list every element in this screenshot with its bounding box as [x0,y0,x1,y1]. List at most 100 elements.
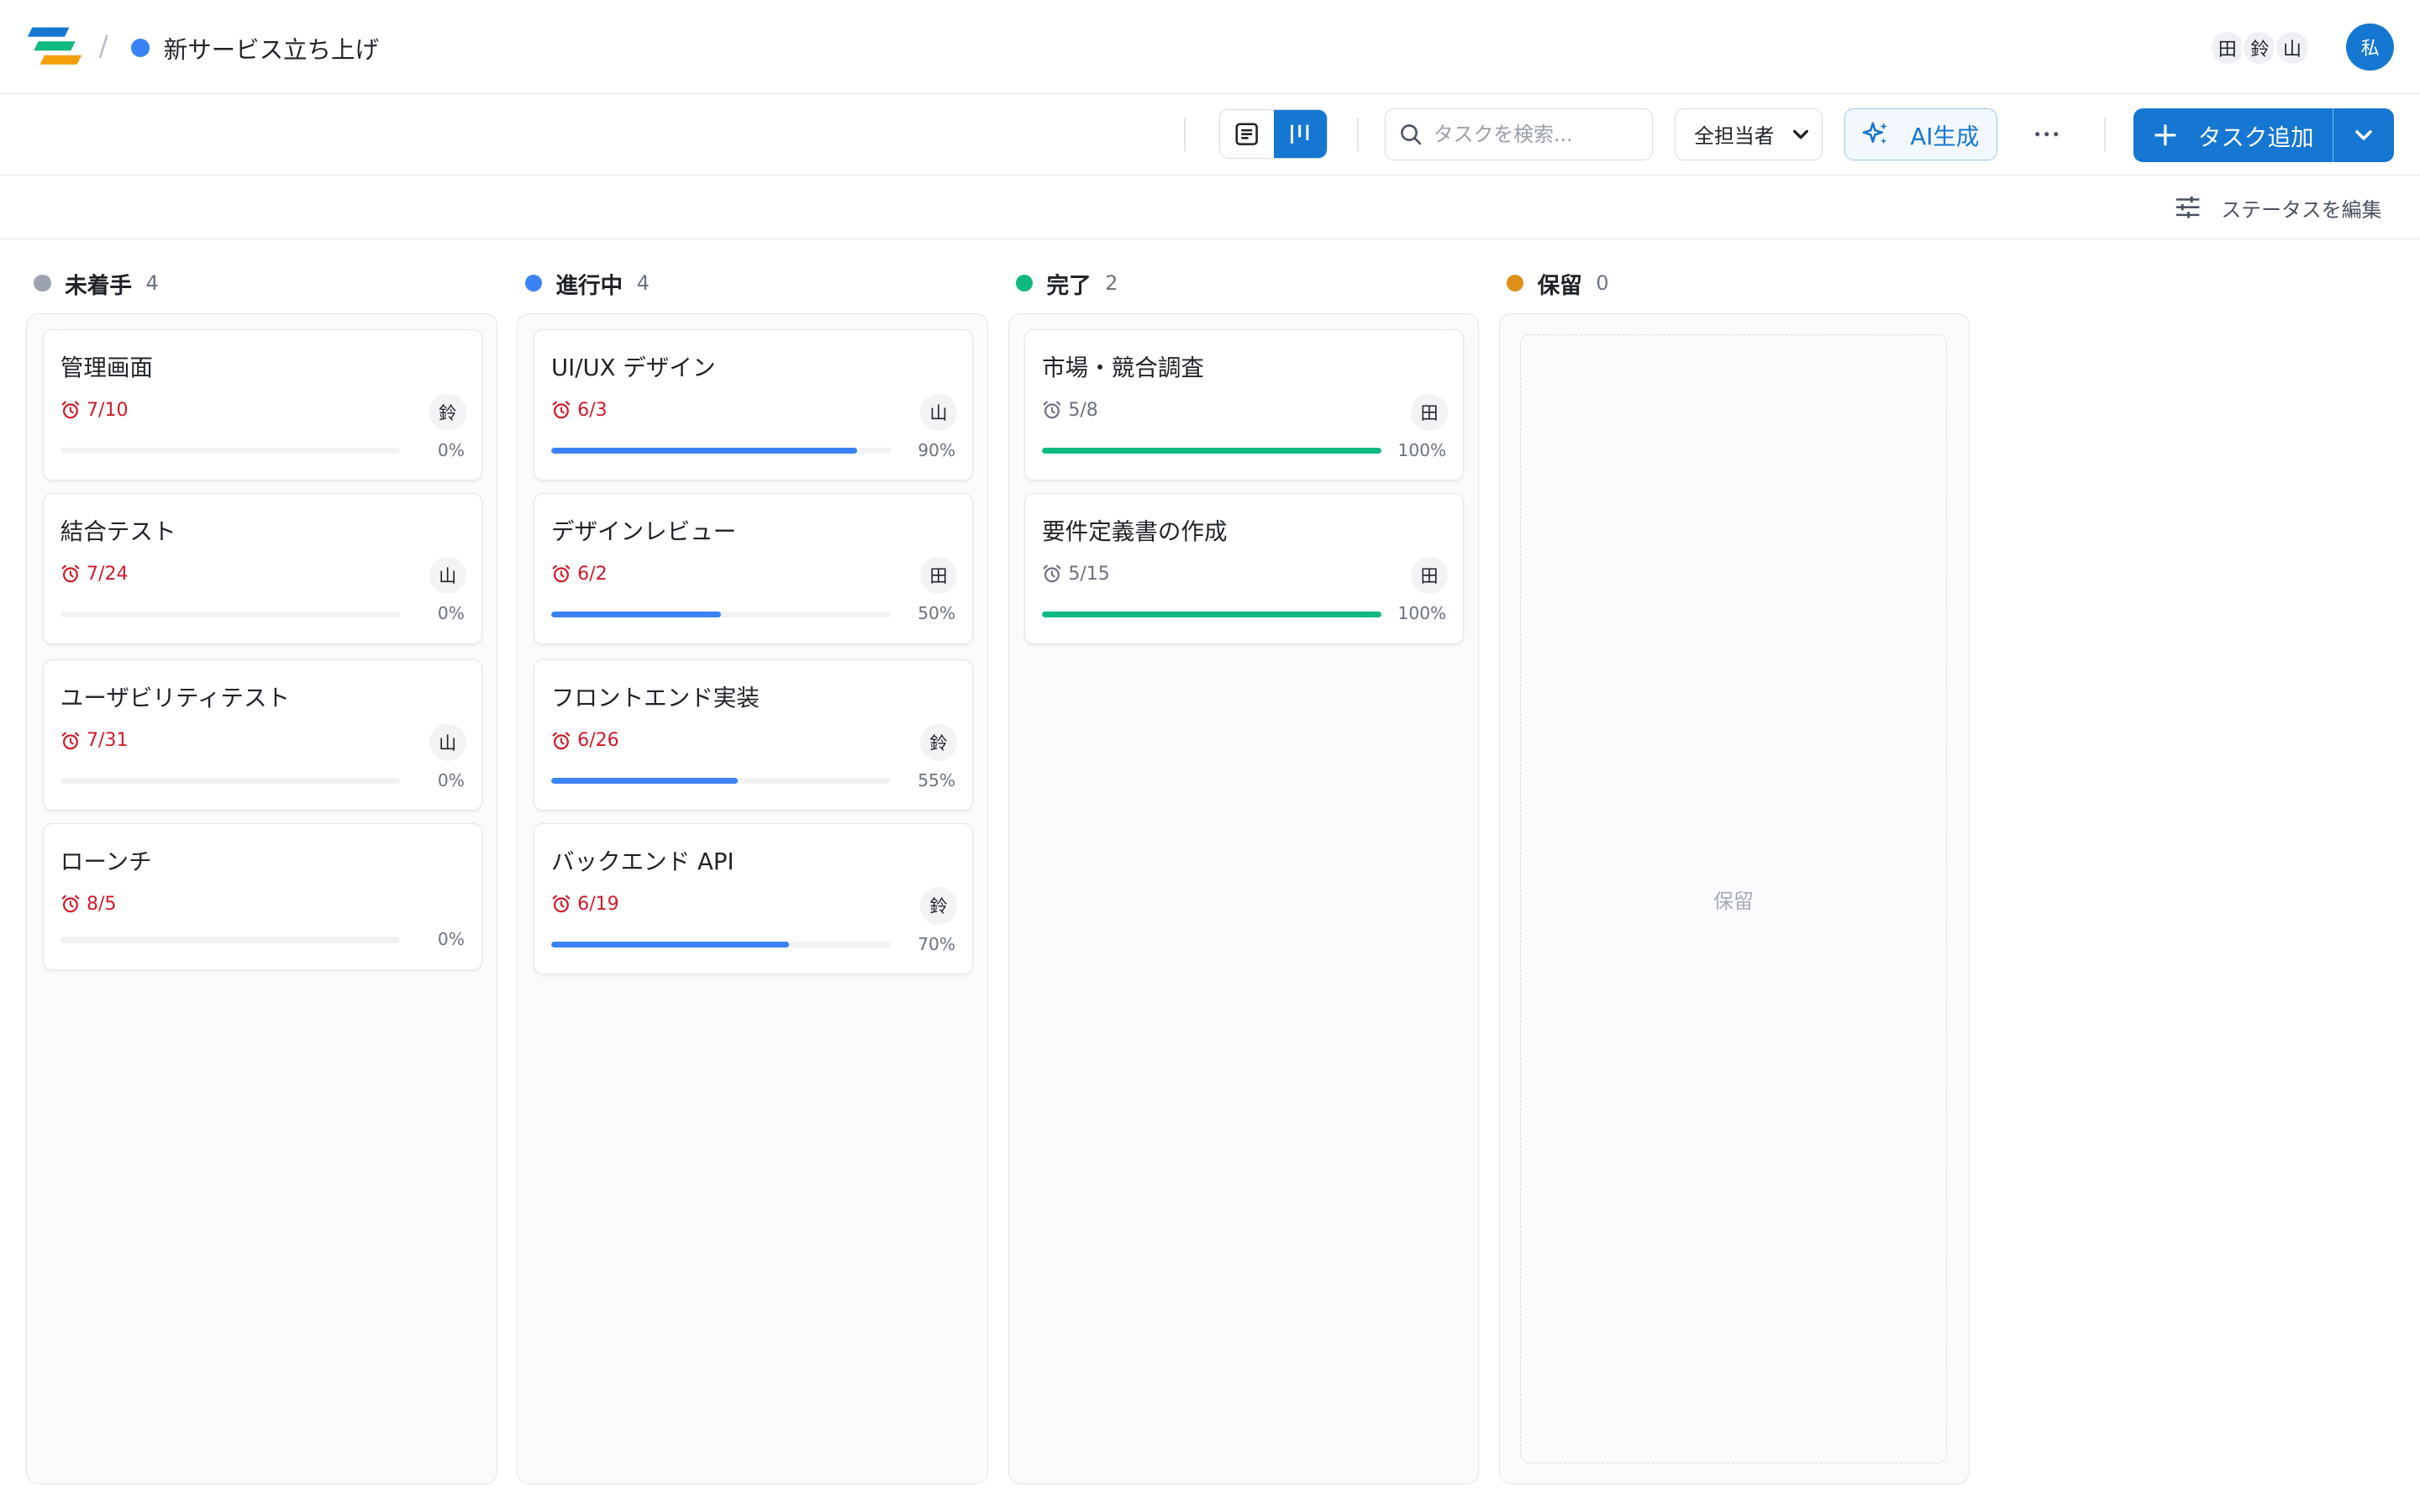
task-progress-bar [550,611,892,617]
task-progress-fill [550,778,739,785]
current-user-avatar[interactable]: 私 [2346,23,2395,71]
member-avatar[interactable]: 山 [2273,29,2311,66]
task-search-input[interactable] [1433,122,1642,146]
assignee-filter-select[interactable]: 全担当者 [1675,108,1823,161]
task-due-text: 6/3 [577,399,608,421]
task-card[interactable]: 要件定義書の作成 5/15 田 100% [1023,492,1465,644]
kanban-column: UI/UX デザイン 6/3 山 90% デザインレビュー 6/2 田 50% フロントエンド実… [517,312,988,1485]
status-dot [34,275,51,292]
task-card[interactable]: フロントエンド実装 6/26 鈴 55% [533,659,974,811]
task-assignee-avatar[interactable]: 山 [429,557,466,595]
task-due-date: 5/15 [1042,564,1110,585]
task-assignee-avatar[interactable]: 鈴 [919,723,957,761]
task-due-text: 5/8 [1068,399,1098,421]
task-due-text: 7/24 [87,563,129,585]
task-due-date: 6/2 [551,564,608,585]
task-assignee-avatar[interactable]: 田 [1411,557,1449,595]
task-assignee-avatar[interactable]: 鈴 [429,393,466,431]
task-progress-fill [550,611,722,617]
task-due-date: 7/10 [60,399,129,421]
edit-status-label: ステータスを編集 [2221,197,2382,222]
task-title: 市場・競合調査 [1042,354,1204,382]
task-progress-percent: 90% [918,439,956,460]
task-assignee-avatar[interactable]: 山 [919,393,957,431]
member-avatar[interactable]: 田 [2208,29,2246,66]
task-card[interactable]: 管理画面 7/10 鈴 0% [42,329,483,481]
task-progress-percent: 55% [918,769,956,790]
app-logo-icon[interactable] [26,24,82,67]
task-due-date: 7/31 [60,730,129,752]
task-card[interactable]: バックエンド API 6/19 鈴 70% [533,823,974,975]
member-avatars[interactable]: 田 鈴 山 [2208,29,2311,66]
add-task-label: タスク追加 [2197,123,2314,151]
column-header[interactable]: 保留 0 [1506,267,1609,300]
task-card[interactable]: UI/UX デザイン 6/3 山 90% [533,329,974,481]
member-avatar[interactable]: 鈴 [2241,29,2279,66]
empty-drop-zone[interactable]: 保留 [1519,333,1948,1464]
column-header[interactable]: 未着手 4 [34,267,159,300]
toolbar-divider [1183,117,1186,151]
column-header[interactable]: 進行中 4 [524,267,650,300]
alarm-clock-icon [61,895,80,913]
ai-generate-button[interactable]: AI生成 [1844,108,1998,161]
task-title: ユーザビリティテスト [60,685,291,712]
task-assignee-avatar[interactable]: 田 [1411,393,1449,431]
task-due-text: 6/2 [577,563,608,585]
task-due-text: 8/5 [87,893,117,915]
task-progress-fill [1042,447,1382,454]
alarm-clock-icon [61,402,80,419]
task-progress-bar [60,937,400,943]
task-progress-percent: 50% [918,603,956,624]
task-assignee-avatar[interactable]: 山 [429,723,466,761]
task-due-date: 5/8 [1042,400,1098,421]
top-bar: / 新サービス立ち上げ 田 鈴 山 私 [0,0,2420,95]
breadcrumb-separator: / [98,29,108,62]
task-due-text: 7/10 [87,399,129,421]
edit-status-button[interactable]: ステータスを編集 [2175,193,2381,223]
task-due-date: 6/26 [551,730,619,751]
project-title[interactable]: 新サービス立ち上げ [164,31,379,66]
task-due-text: 7/31 [87,730,129,752]
task-progress-percent: 70% [918,933,956,954]
alarm-clock-icon [552,895,571,913]
sliders-icon [2176,197,2200,218]
task-progress-percent: 0% [437,603,465,624]
task-card[interactable]: デザインレビュー 6/2 田 50% [533,492,974,644]
alarm-clock-icon [1043,402,1061,419]
task-assignee-avatar[interactable]: 鈴 [919,887,957,925]
task-card[interactable]: ユーザビリティテスト 7/31 山 0% [42,659,483,811]
alarm-clock-icon [552,732,571,749]
task-card[interactable]: 結合テスト 7/24 山 0% [42,492,483,644]
task-assignee-avatar[interactable]: 田 [919,557,957,595]
task-title: バックエンド API [550,848,734,876]
toolbar-divider [2103,117,2106,151]
task-progress-percent: 0% [437,929,465,950]
task-progress-bar [60,447,400,454]
task-title: フロントエンド実装 [550,685,760,712]
add-task-button[interactable]: タスク追加 [2133,108,2333,162]
task-progress-fill [550,447,857,454]
alarm-clock-icon [61,564,80,583]
sparkle-icon [1862,122,1888,144]
task-card[interactable]: ローンチ 8/5 0% [42,823,483,970]
list-view-button[interactable] [1220,110,1273,158]
board-view-icon [1291,124,1309,144]
column-header[interactable]: 完了 2 [1015,267,1118,300]
column-count: 4 [636,271,650,296]
more-horizontal-icon [2035,132,2059,137]
add-task-dropdown-button[interactable] [2332,108,2394,162]
board-view-button[interactable] [1273,110,1327,159]
task-progress-percent: 100% [1397,603,1447,624]
column-count: 2 [1105,271,1118,296]
status-bar: ステータスを編集 [0,176,2420,239]
kanban-column: 市場・競合調査 5/8 田 100% 要件定義書の作成 5/15 田 100% [1007,312,1479,1485]
task-title: 管理画面 [60,354,153,382]
view-toggle [1219,109,1328,160]
task-due-date: 6/19 [551,894,619,915]
column-count: 0 [1596,271,1609,296]
task-progress-percent: 100% [1397,439,1447,460]
more-options-button[interactable] [2025,113,2068,155]
task-card[interactable]: 市場・競合調査 5/8 田 100% [1023,329,1465,481]
status-dot [524,275,542,292]
kanban-column: 管理画面 7/10 鈴 0% 結合テスト 7/24 山 0% ユーザビリティテスト 7/31 山 0%… [26,312,497,1485]
